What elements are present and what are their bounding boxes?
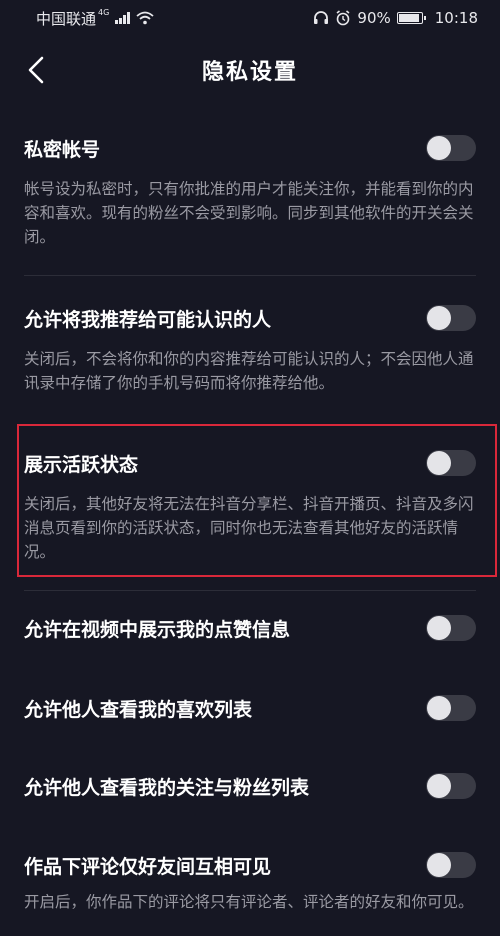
wifi-icon bbox=[136, 11, 154, 25]
setting-description: 帐号设为私密时，只有你批准的用户才能关注你，并能看到你的内容和喜欢。现有的粉丝不… bbox=[24, 180, 474, 246]
status-right: 90% 10:18 bbox=[313, 9, 478, 27]
carrier-name: 中国联通 bbox=[36, 9, 97, 28]
toggle-knob bbox=[427, 853, 451, 877]
toggle-knob bbox=[427, 696, 451, 720]
battery-percent: 90% bbox=[357, 9, 391, 27]
setting-description: 关闭后，不会将你和你的内容推荐给可能认识的人；不会因他人通讯录中存储了你的手机号… bbox=[24, 350, 474, 392]
private-account-toggle[interactable] bbox=[426, 135, 476, 161]
chevron-left-icon bbox=[28, 56, 44, 84]
toggle-knob bbox=[427, 306, 451, 330]
status-bar: 中国联通 4G 90% 10:18 bbox=[0, 0, 500, 36]
show-active-status-toggle[interactable] bbox=[426, 450, 476, 476]
likes-list-visibility-toggle[interactable] bbox=[426, 695, 476, 721]
status-left: 中国联通 4G bbox=[36, 8, 154, 29]
comments-friends-only-toggle[interactable] bbox=[426, 852, 476, 878]
divider bbox=[24, 590, 476, 591]
alarm-icon bbox=[336, 10, 350, 26]
clock: 10:18 bbox=[434, 9, 478, 27]
setting-show-likes-in-video: 允许在视频中展示我的点赞信息 bbox=[0, 613, 500, 643]
back-button[interactable] bbox=[18, 52, 54, 88]
setting-description: 开启后，你作品下的评论将只有评论者、评论者的好友和你可见。 bbox=[24, 893, 474, 911]
setting-title: 私密帐号 bbox=[24, 138, 101, 161]
signal-icon bbox=[115, 12, 130, 24]
toggle-knob bbox=[427, 451, 451, 475]
setting-show-active-status: 展示活跃状态 关闭后，其他好友将无法在抖音分享栏、抖音开播页、抖音及多闪消息页看… bbox=[0, 448, 500, 564]
recommend-to-contacts-toggle[interactable] bbox=[426, 305, 476, 331]
setting-private-account: 私密帐号 帐号设为私密时，只有你批准的用户才能关注你，并能看到你的内容和喜欢。现… bbox=[0, 133, 500, 249]
battery-icon bbox=[396, 12, 426, 24]
setting-recommend-to-contacts: 允许将我推荐给可能认识的人 关闭后，不会将你和你的内容推荐给可能认识的人；不会因… bbox=[0, 303, 500, 395]
toggle-knob bbox=[427, 774, 451, 798]
divider bbox=[24, 275, 476, 276]
setting-title: 展示活跃状态 bbox=[24, 453, 139, 476]
setting-title: 允许在视频中展示我的点赞信息 bbox=[24, 618, 291, 641]
setting-likes-list-visibility: 允许他人查看我的喜欢列表 bbox=[0, 693, 500, 723]
setting-comments-friends-only: 作品下评论仅好友间互相可见 开启后，你作品下的评论将只有评论者、评论者的好友和你… bbox=[0, 850, 500, 914]
setting-title: 允许他人查看我的喜欢列表 bbox=[24, 698, 253, 721]
network-type: 4G bbox=[98, 7, 110, 17]
toggle-knob bbox=[427, 136, 451, 160]
follow-list-visibility-toggle[interactable] bbox=[426, 773, 476, 799]
setting-description: 关闭后，其他好友将无法在抖音分享栏、抖音开播页、抖音及多闪消息页看到你的活跃状态… bbox=[24, 495, 474, 561]
headphone-icon bbox=[314, 11, 329, 24]
setting-title: 允许将我推荐给可能认识的人 bbox=[24, 308, 272, 331]
setting-title: 作品下评论仅好友间互相可见 bbox=[24, 855, 272, 878]
setting-title: 允许他人查看我的关注与粉丝列表 bbox=[24, 776, 310, 799]
page-title: 隐私设置 bbox=[201, 60, 298, 85]
toggle-knob bbox=[427, 616, 451, 640]
setting-follow-list-visibility: 允许他人查看我的关注与粉丝列表 bbox=[0, 771, 500, 801]
show-likes-in-video-toggle[interactable] bbox=[426, 615, 476, 641]
nav-bar: 隐私设置 bbox=[0, 36, 500, 104]
